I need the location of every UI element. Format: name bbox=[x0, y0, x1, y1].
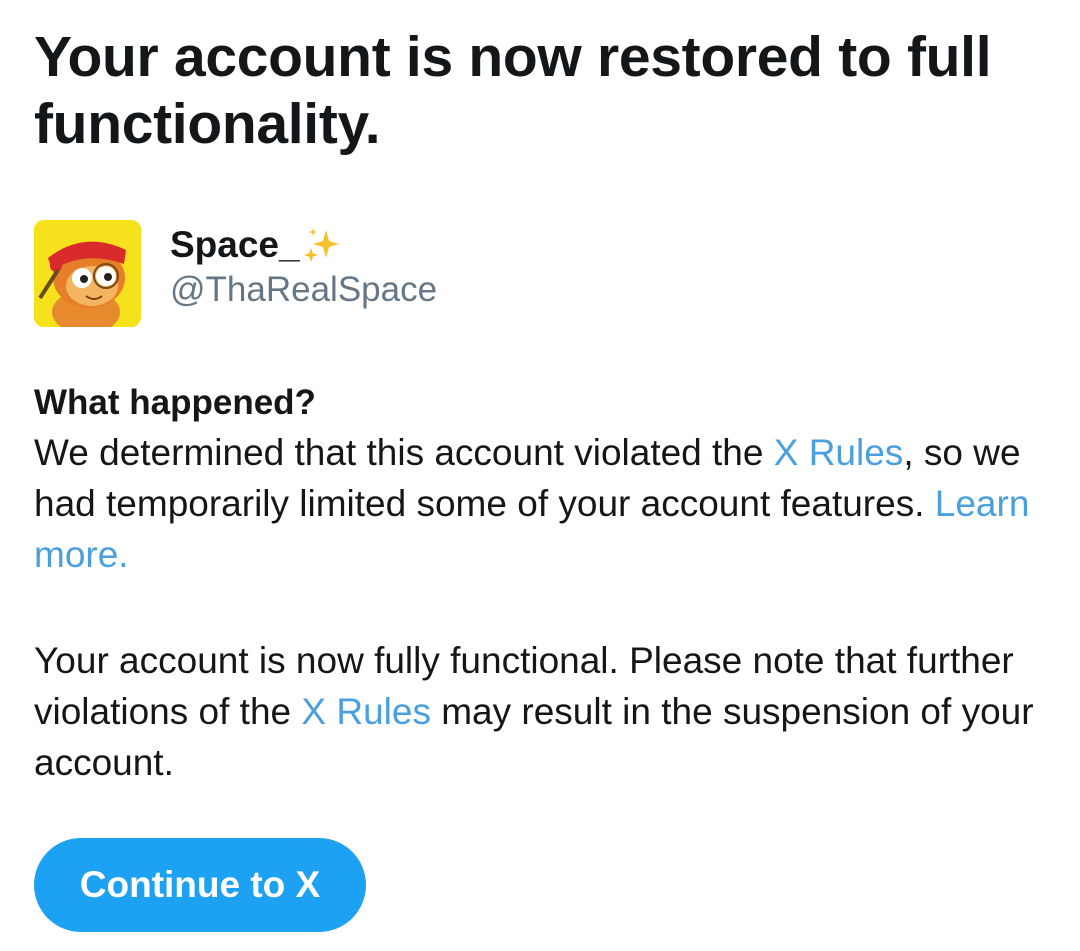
x-rules-link[interactable]: X Rules bbox=[774, 432, 904, 473]
x-rules-link-2[interactable]: X Rules bbox=[301, 691, 431, 732]
display-name: Space_ bbox=[170, 222, 437, 268]
account-names: Space_ @ThaRealSpace bbox=[170, 222, 437, 312]
what-happened-section: What happened? We determined that this a… bbox=[34, 379, 1054, 580]
account-info: Space_ @ThaRealSpace bbox=[34, 220, 437, 327]
account-handle: @ThaRealSpace bbox=[170, 270, 438, 309]
cartoon-monkey-avatar-icon bbox=[34, 220, 141, 327]
page-title: Your account is now restored to full fun… bbox=[34, 25, 992, 156]
what-happened-text: We determined that this account violated… bbox=[34, 427, 1054, 580]
avatar bbox=[34, 220, 141, 327]
status-section: Your account is now fully functional. Pl… bbox=[34, 635, 1054, 788]
status-text: Your account is now fully functional. Pl… bbox=[34, 635, 1054, 788]
what-happened-title: What happened? bbox=[34, 383, 316, 422]
restored-page: Your account is now restored to full fun… bbox=[34, 24, 1054, 932]
display-name-text: Space_ bbox=[170, 224, 300, 265]
what-happened-text-part1: We determined that this account violated… bbox=[34, 432, 774, 473]
continue-button[interactable]: Continue to X bbox=[34, 838, 366, 932]
sparkles-icon bbox=[302, 226, 340, 264]
